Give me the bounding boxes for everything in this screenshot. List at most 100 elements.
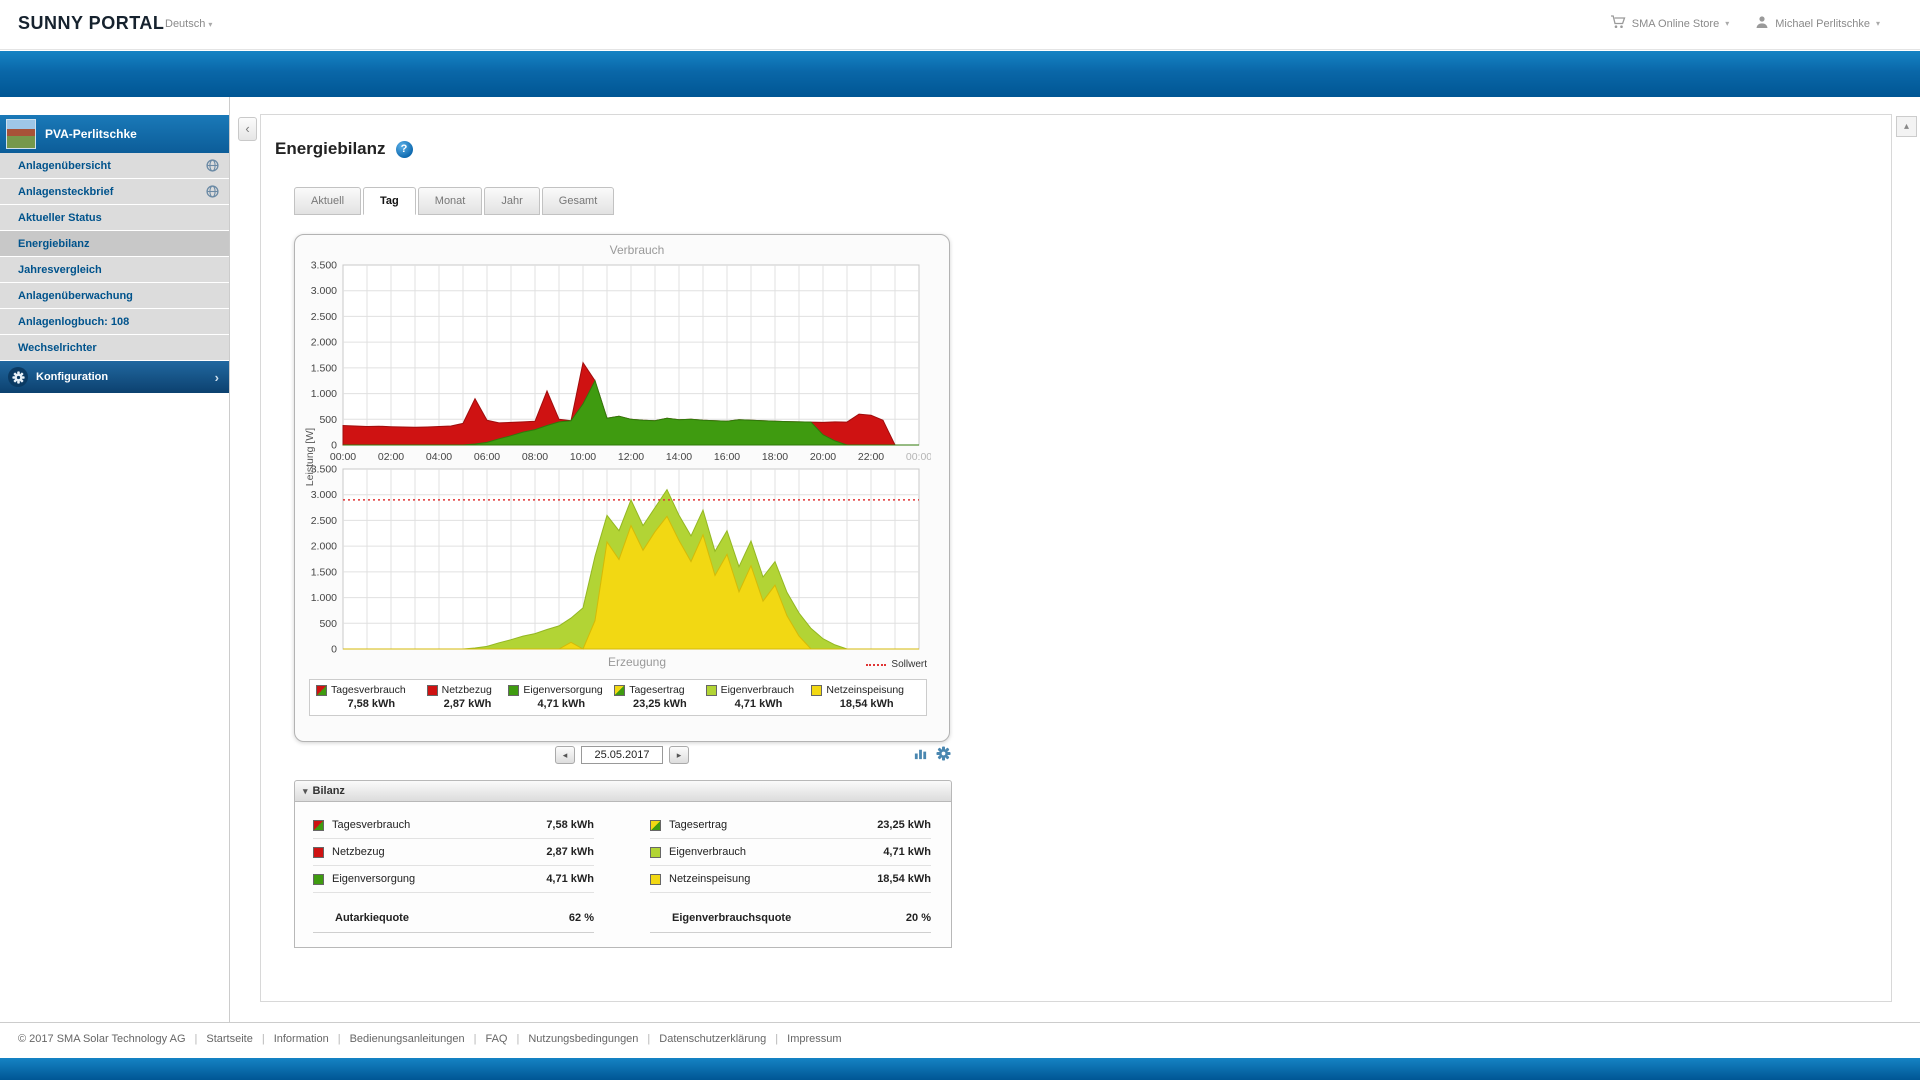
svg-text:10:00: 10:00 xyxy=(570,451,596,463)
help-icon[interactable]: ? xyxy=(395,140,413,158)
language-selector[interactable]: Deutsch ▾ xyxy=(165,18,212,30)
tagesverbrauch-swatch xyxy=(313,819,324,831)
svg-text:1.000: 1.000 xyxy=(311,388,337,400)
svg-text:04:00: 04:00 xyxy=(426,451,452,463)
scroll-up-button[interactable]: ▴ xyxy=(1896,116,1917,137)
svg-text:500: 500 xyxy=(319,618,337,630)
date-input[interactable] xyxy=(581,746,663,764)
sidebar-item-wechselrichter[interactable]: Wechselrichter xyxy=(0,335,229,361)
tagesertrag-swatch xyxy=(614,684,626,696)
date-navigation: ◂ ▸ xyxy=(294,746,950,764)
footer-link-faq[interactable]: FAQ xyxy=(465,1033,507,1045)
svg-text:2.500: 2.500 xyxy=(311,311,337,323)
bilanz-row: Eigenversorgung 4,71 kWh xyxy=(313,866,594,893)
eigenverbrauch-swatch xyxy=(650,846,661,858)
bilanz-right-column: Tagesertrag 23,25 kWh Eigenverbrauch 4,7… xyxy=(650,812,931,933)
svg-text:06:00: 06:00 xyxy=(474,451,500,463)
sidebar-item-aktueller-status[interactable]: Aktueller Status xyxy=(0,205,229,231)
tab-aktuell[interactable]: Aktuell xyxy=(294,187,362,215)
svg-text:3.500: 3.500 xyxy=(311,261,337,272)
chart-legend: Tagesverbrauch 7,58 kWh Netzbezug 2,87 k… xyxy=(309,679,927,716)
sidebar-item-konfiguration[interactable]: Konfiguration › xyxy=(0,361,229,393)
tab-gesamt[interactable]: Gesamt xyxy=(541,187,615,215)
footer-link-bedienungsanleitungen[interactable]: Bedienungsanleitungen xyxy=(329,1033,465,1045)
svg-text:08:00: 08:00 xyxy=(522,451,548,463)
sidebar-item-anlagenlogbuch[interactable]: Anlagenlogbuch: 108 xyxy=(0,309,229,335)
svg-text:1.500: 1.500 xyxy=(311,566,337,578)
header-band xyxy=(0,51,1920,97)
consumption-chart: 0 500 1.000 1.500 2.000 2.500 3.000 3.500 00:00 0… xyxy=(311,261,931,463)
bottom-bar xyxy=(0,1058,1920,1080)
footer-link-startseite[interactable]: Startseite xyxy=(186,1033,252,1045)
tab-monat[interactable]: Monat xyxy=(417,187,483,215)
bilanz-title: Bilanz xyxy=(312,785,345,797)
bilanz-row: Tagesertrag 23,25 kWh xyxy=(650,812,931,839)
chevron-right-icon: › xyxy=(214,369,219,385)
svg-text:12:00: 12:00 xyxy=(618,451,644,463)
legend-item: Tagesertrag 23,25 kWh xyxy=(614,684,705,710)
chevron-down-icon: ▾ xyxy=(208,20,213,29)
globe-icon xyxy=(206,185,219,198)
bilanz-row: Netzeinspeisung 18,54 kWh xyxy=(650,866,931,893)
collapse-triangle-icon: ▾ xyxy=(303,785,308,796)
legend-item: Tagesverbrauch 7,58 kWh xyxy=(316,684,427,710)
svg-text:1.500: 1.500 xyxy=(311,362,337,374)
sidebar-item-jahresvergleich[interactable]: Jahresvergleich xyxy=(0,257,229,283)
chevron-down-icon: ▾ xyxy=(1875,19,1880,28)
refresh-gear-icon[interactable] xyxy=(934,744,952,762)
sidebar-item-anlagensteckbrief[interactable]: Anlagensteckbrief xyxy=(0,179,229,205)
generation-chart-title: Erzeugung xyxy=(607,655,667,669)
svg-text:0: 0 xyxy=(331,440,337,452)
sidebar-item-label: Wechselrichter xyxy=(18,341,97,354)
sidebar-item-label: Jahresvergleich xyxy=(18,263,102,276)
user-name: Michael Perlitschke xyxy=(1775,17,1870,30)
copyright: © 2017 SMA Solar Technology AG xyxy=(18,1032,186,1045)
tagesertrag-swatch xyxy=(650,819,661,831)
sma-online-store-link[interactable]: SMA Online Store ▾ xyxy=(1610,15,1729,32)
svg-text:00:00: 00:00 xyxy=(906,451,931,463)
eigenverbrauchsquote-row: Eigenverbrauchsquote 20 % xyxy=(650,903,931,933)
footer-link-impressum[interactable]: Impressum xyxy=(766,1033,841,1045)
bilanz-header[interactable]: ▾ Bilanz xyxy=(294,780,952,802)
bilanz-row: Eigenverbrauch 4,71 kWh xyxy=(650,839,931,866)
collapse-sidebar-button[interactable]: ‹ xyxy=(238,117,257,141)
energy-chart-card: Verbrauch 0 500 1.000 1.500 2.000 2.500 3.000 3… xyxy=(294,234,950,742)
footer-link-nutzungsbedingungen[interactable]: Nutzungsbedingungen xyxy=(507,1033,638,1045)
legend-item: Eigenversorgung 4,71 kWh xyxy=(508,684,614,710)
sidebar-item-energiebilanz[interactable]: Energiebilanz xyxy=(0,231,229,257)
legend-item: Eigenverbrauch 4,71 kWh xyxy=(705,684,812,710)
tab-jahr[interactable]: Jahr xyxy=(484,187,540,215)
language-label: Deutsch xyxy=(165,18,206,30)
sidebar-item-label: Anlagenlogbuch: 108 xyxy=(18,315,130,328)
tab-tag[interactable]: Tag xyxy=(363,187,416,215)
legend-item: Netzeinspeisung 18,54 kWh xyxy=(811,684,922,710)
user-menu[interactable]: Michael Perlitschke ▾ xyxy=(1755,15,1880,32)
footer-link-information[interactable]: Information xyxy=(253,1033,329,1045)
sunny-portal-logo: SUNNY PORTAL xyxy=(18,13,165,33)
svg-text:02:00: 02:00 xyxy=(378,451,404,463)
sidebar-item-anlagenueberwachung[interactable]: Anlagenüberwachung xyxy=(0,283,229,309)
sidebar-item-label: Energiebilanz xyxy=(18,237,90,250)
svg-text:14:00: 14:00 xyxy=(666,451,692,463)
svg-text:3.000: 3.000 xyxy=(311,285,337,297)
netzbezug-swatch xyxy=(426,684,438,696)
previous-day-button[interactable]: ◂ xyxy=(555,746,575,764)
plant-photo xyxy=(6,119,36,149)
bilanz-panel: ▾ Bilanz Tagesverbrauch 7,58 kWh Netzbez… xyxy=(294,780,952,948)
svg-text:16:00: 16:00 xyxy=(714,451,740,463)
eigenversorgung-swatch xyxy=(508,684,520,696)
page-title: Energiebilanz xyxy=(275,139,386,158)
footer-link-datenschutzerklaerung[interactable]: Datenschutzerklärung xyxy=(638,1033,766,1045)
sidebar-item-label: Anlagensteckbrief xyxy=(18,185,114,198)
consumption-chart-title: Verbrauch xyxy=(609,243,665,257)
svg-text:18:00: 18:00 xyxy=(762,451,788,463)
bilanz-row: Tagesverbrauch 7,58 kWh xyxy=(313,812,594,839)
cart-icon xyxy=(1610,15,1626,32)
next-day-button[interactable]: ▸ xyxy=(669,746,689,764)
plant-selector[interactable]: PVA-Perlitschke xyxy=(0,115,229,153)
chart-settings-icon[interactable] xyxy=(911,744,929,762)
autarkiequote-row: Autarkiequote 62 % xyxy=(313,903,594,933)
sidebar-item-anlagenuebersicht[interactable]: Anlagenübersicht xyxy=(0,153,229,179)
sidebar: PVA-Perlitschke Anlagenübersicht Anlagen… xyxy=(0,97,230,1022)
chevron-down-icon: ▾ xyxy=(1725,19,1730,28)
